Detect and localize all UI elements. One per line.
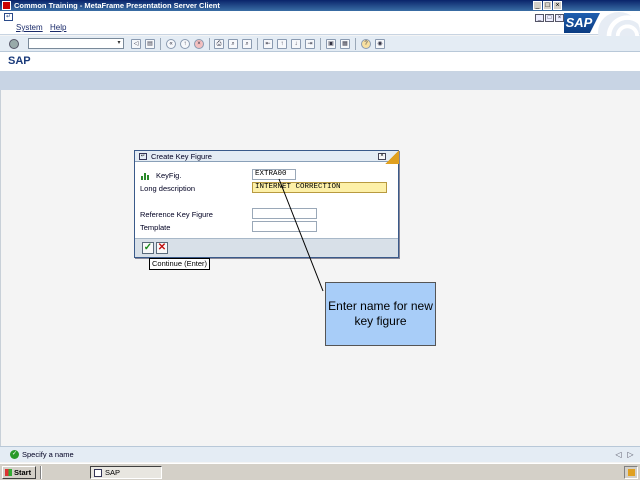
- dialog-titlebar: ↵ Create Key Figure ×: [135, 151, 398, 162]
- command-field[interactable]: ▾: [28, 38, 124, 49]
- back-icon[interactable]: «: [166, 39, 176, 49]
- find-icon[interactable]: ⌕: [228, 39, 238, 49]
- enter-icon[interactable]: [9, 39, 19, 49]
- window-titlebar: Common Training - MetaFrame Presentation…: [0, 0, 640, 11]
- taskbar-separator: [40, 466, 42, 479]
- menu-system[interactable]: System: [16, 23, 43, 32]
- command-dropdown-icon[interactable]: ▾: [115, 39, 123, 48]
- toolbar-separator: [160, 38, 161, 50]
- instruction-callout: Enter name for new key figure: [325, 282, 436, 346]
- layout-settings-icon[interactable]: ◉: [375, 39, 385, 49]
- status-collapse-icon[interactable]: ◁: [614, 450, 623, 459]
- create-key-figure-dialog: ↵ Create Key Figure × KeyFig. EXTRA00 Lo…: [134, 150, 399, 258]
- key-figure-icon: [141, 172, 150, 180]
- exit-nav-icon[interactable]: ↑: [180, 39, 190, 49]
- shortcut-icon[interactable]: ▦: [340, 39, 350, 49]
- continue-tooltip: Continue (Enter): [149, 258, 211, 270]
- cancel-icon[interactable]: ×: [194, 39, 204, 49]
- next-page-icon[interactable]: ↓: [291, 39, 301, 49]
- close-window-button[interactable]: ×: [553, 1, 562, 10]
- start-button[interactable]: Start: [2, 466, 36, 479]
- dialog-title: Create Key Figure: [151, 152, 212, 161]
- print-icon[interactable]: ⎙: [214, 39, 224, 49]
- template-label: Template: [140, 223, 171, 232]
- status-expand-icon[interactable]: ▷: [626, 450, 635, 459]
- menu-bar: ↵ System Help _ □ ×: [0, 11, 640, 35]
- work-area: [0, 90, 640, 446]
- template-input[interactable]: [252, 221, 317, 232]
- minimize-window-button[interactable]: _: [533, 1, 542, 10]
- page-title: SAP: [8, 55, 31, 67]
- save-icon[interactable]: ▤: [145, 39, 155, 49]
- last-page-icon[interactable]: ⇥: [305, 39, 315, 49]
- long-description-label: Long description: [140, 184, 196, 193]
- application-toolbar: [0, 72, 640, 90]
- find-next-icon[interactable]: ⌕: [242, 39, 252, 49]
- cancel-button[interactable]: ✕: [156, 242, 168, 254]
- window-title: Common Training - MetaFrame Presentation…: [14, 1, 220, 10]
- success-icon: ✓: [10, 450, 19, 459]
- session-restore-button[interactable]: □: [545, 14, 554, 22]
- taskbar-sap-button[interactable]: SAP: [90, 466, 162, 479]
- dialog-window-icon: ↵: [139, 153, 147, 160]
- previous-page-icon[interactable]: ↑: [277, 39, 287, 49]
- reference-key-figure-input[interactable]: [252, 208, 317, 219]
- task-label: SAP: [105, 468, 121, 477]
- long-description-input[interactable]: INTERNET CORRECTION: [252, 182, 387, 193]
- exit-icon[interactable]: ↵: [4, 13, 13, 21]
- toolbar-separator: [320, 38, 321, 50]
- continue-button[interactable]: ✓: [142, 242, 154, 254]
- dialog-corner-accent: [385, 150, 399, 164]
- session-minimize-button[interactable]: _: [535, 14, 544, 22]
- status-message: Specify a name: [22, 450, 74, 459]
- status-bar: ✓ Specify a name ◁ ▷: [0, 446, 640, 462]
- toolbar-separator: [257, 38, 258, 50]
- reference-key-figure-label: Reference Key Figure: [140, 210, 213, 219]
- toolbar-separator: [209, 38, 210, 50]
- back-arrow-icon[interactable]: ◁: [131, 39, 141, 49]
- start-label: Start: [14, 468, 32, 477]
- sap-window-icon: [94, 469, 102, 477]
- app-icon: [2, 1, 11, 10]
- callout-text: Enter name for new key figure: [328, 299, 433, 328]
- session-close-button[interactable]: ×: [555, 14, 564, 22]
- windows-flag-icon: [5, 469, 12, 476]
- standard-toolbar: ▾ ◁ ▤ « ↑ × ⎙ ⌕ ⌕ ⇤ ↑ ↓ ⇥ ▣ ▦ ? ◉: [0, 36, 640, 52]
- menu-help[interactable]: Help: [50, 23, 66, 32]
- dialog-button-row: ✓ ✕: [135, 238, 398, 257]
- os-taskbar: Start SAP: [0, 463, 640, 480]
- help-icon[interactable]: ?: [361, 39, 371, 49]
- toolbar-separator: [355, 38, 356, 50]
- keyfig-label: KeyFig.: [156, 171, 182, 180]
- title-area: SAP: [0, 52, 640, 72]
- new-session-icon[interactable]: ▣: [326, 39, 336, 49]
- first-page-icon[interactable]: ⇤: [263, 39, 273, 49]
- system-tray[interactable]: [624, 466, 638, 479]
- keyfig-input[interactable]: EXTRA00: [252, 169, 296, 180]
- maximize-window-button[interactable]: □: [543, 1, 552, 10]
- tray-icon: [628, 469, 635, 476]
